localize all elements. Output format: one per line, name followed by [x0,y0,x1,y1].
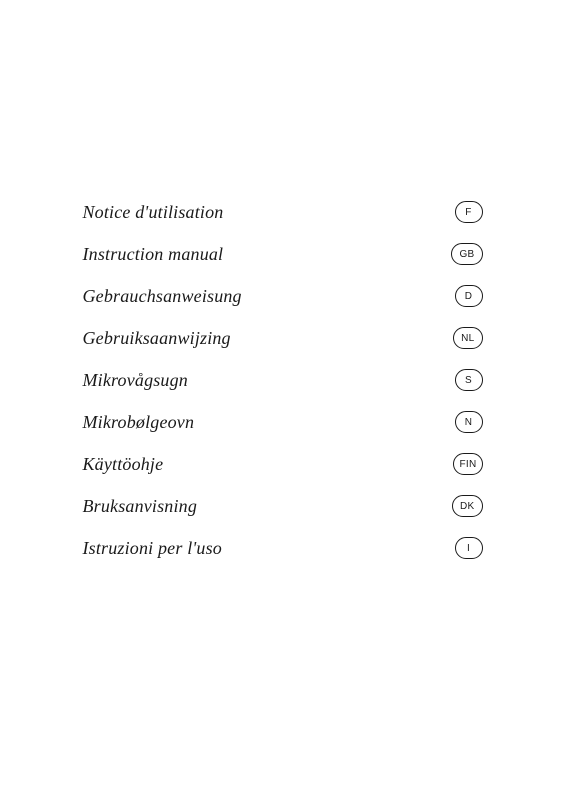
manual-label: Käyttöohje [83,454,164,475]
manual-row: Mikrobølgeovn N [83,401,483,443]
manual-row: Gebrauchsanweisung D [83,275,483,317]
manual-label: Instruction manual [83,244,224,265]
manual-label: Mikrobølgeovn [83,412,195,433]
lang-badge: I [455,537,483,559]
manual-row: Bruksanvisning DK [83,485,483,527]
lang-badge: NL [453,327,482,349]
lang-badge: F [455,201,483,223]
manual-label: Istruzioni per l'uso [83,538,222,559]
manual-row: Gebruiksaanwijzing NL [83,317,483,359]
lang-badge: D [455,285,483,307]
lang-badge: FIN [453,453,482,475]
lang-badge: DK [452,495,483,517]
manual-row: Käyttöohje FIN [83,443,483,485]
manual-row: Mikrovågsugn S [83,359,483,401]
manual-list: Notice d'utilisation F Instruction manual G… [83,191,483,569]
manual-row: Notice d'utilisation F [83,191,483,233]
manual-row: Istruzioni per l'uso I [83,527,483,569]
lang-badge: S [455,369,483,391]
manual-label: Mikrovågsugn [83,370,188,391]
lang-badge: GB [451,243,482,265]
manual-row: Instruction manual GB [83,233,483,275]
lang-badge: N [455,411,483,433]
manual-label: Gebrauchsanweisung [83,286,242,307]
manual-label: Notice d'utilisation [83,202,224,223]
manual-label: Bruksanvisning [83,496,198,517]
manual-label: Gebruiksaanwijzing [83,328,231,349]
